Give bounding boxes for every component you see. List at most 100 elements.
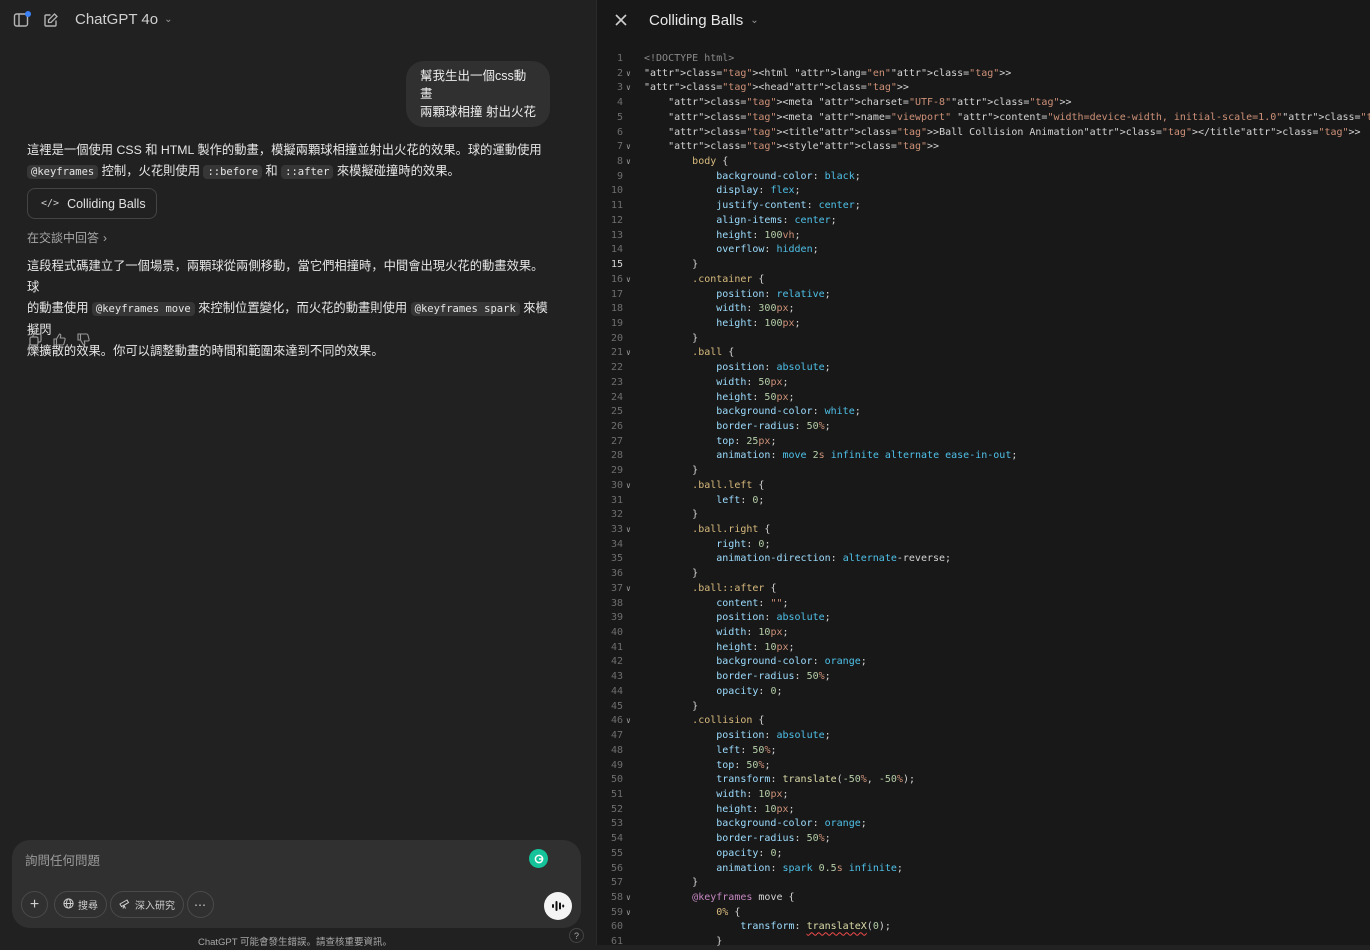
line-number: 36 (610, 568, 623, 580)
code-line: 13 height: 100vh; (597, 229, 1370, 244)
code-text: .container { (692, 273, 765, 285)
line-number: 27 (610, 435, 623, 447)
line-number: 42 (610, 656, 623, 668)
code-text: "attr">class="tag"><style"attr">class="t… (668, 141, 940, 153)
line-number: 32 (610, 509, 623, 521)
close-icon[interactable] (613, 12, 629, 28)
fold-chevron-icon[interactable]: ∨ (626, 155, 631, 170)
sidebar-toggle-icon[interactable] (12, 11, 31, 29)
line-number: 23 (610, 376, 623, 388)
grammarly-icon[interactable] (529, 849, 548, 868)
voice-waveform-icon (552, 901, 565, 911)
chevron-down-icon: ⌄ (164, 14, 173, 25)
code-line: 12 align-items: center; (597, 214, 1370, 229)
globe-icon (63, 897, 74, 912)
message-composer: 詢問任何問題 + 搜尋 深入研究 ⋯ (12, 840, 581, 928)
voice-mode-button[interactable] (544, 892, 572, 920)
inline-code: ::before (203, 165, 263, 179)
code-text: animation-direction: alternate-reverse; (716, 553, 952, 565)
assistant-outro-text: 這段程式碼建立了一個場景，兩顆球從兩側移動，當它們相撞時，中間會出現火花的動畫效… (27, 256, 552, 362)
fold-chevron-icon[interactable]: ∨ (626, 67, 631, 82)
deep-research-button[interactable]: 深入研究 (110, 891, 184, 918)
code-text: } (644, 877, 699, 889)
code-text: position: absolute; (716, 730, 831, 742)
code-line: 29 } (597, 464, 1370, 479)
code-line: 7 ∨ "attr">class="tag"><style"attr">class… (597, 140, 1370, 155)
code-line: 20 } (597, 332, 1370, 347)
line-number: 55 (610, 847, 623, 859)
line-number: 29 (610, 465, 623, 477)
line-number: 4 (616, 97, 623, 109)
thumbs-down-icon[interactable] (77, 333, 90, 351)
canvas-title-selector[interactable]: Colliding Balls ⌄ (649, 12, 759, 29)
fold-chevron-icon[interactable]: ∨ (626, 714, 631, 729)
code-text: height: 50px; (716, 391, 795, 403)
line-number: 50 (610, 774, 623, 786)
message-actions (29, 333, 90, 351)
line-number: 39 (610, 612, 623, 624)
code-line: 27 top: 25px; (597, 435, 1370, 450)
code-line: 30 ∨ .ball.left { (597, 479, 1370, 494)
code-text: width: 50px; (716, 376, 789, 388)
message-input[interactable]: 詢問任何問題 (25, 850, 100, 869)
fold-chevron-icon[interactable]: ∨ (626, 523, 631, 538)
code-text: .ball.right { (692, 524, 771, 535)
code-text: .ball.left { (692, 479, 765, 491)
line-number: 8 (616, 156, 623, 168)
line-number: 59 (610, 906, 623, 918)
line-number: 52 (610, 803, 623, 815)
code-text: top: 50%; (716, 759, 771, 771)
fold-chevron-icon[interactable]: ∨ (626, 346, 631, 361)
line-number: 56 (610, 862, 623, 874)
search-button[interactable]: 搜尋 (54, 891, 107, 918)
line-number: 16 (610, 273, 623, 285)
code-text: @keyframes move { (692, 891, 795, 903)
code-text: left: 0; (716, 494, 765, 506)
code-text: "attr">class="tag"><meta "attr">charset=… (668, 97, 1072, 109)
line-number: 6 (616, 126, 623, 138)
line-number: 38 (610, 597, 623, 609)
code-line: 24 height: 50px; (597, 391, 1370, 406)
thumbs-up-icon[interactable] (53, 333, 66, 351)
canvas-panel: Colliding Balls ⌄ 1 <!DOCTYPE html> 2 ∨ "att… (596, 0, 1370, 947)
more-options-button[interactable]: ⋯ (187, 891, 214, 918)
line-number: 15 (610, 259, 623, 271)
line-number: 19 (610, 317, 623, 329)
intro-text: 和 (262, 164, 282, 178)
line-number: 49 (610, 759, 623, 771)
code-text: transform: translate(-50%, -50%); (716, 774, 915, 786)
code-line: 9 background-color: black; (597, 170, 1370, 185)
line-number: 33 (610, 524, 623, 535)
code-line: 33 ∨ .ball.right { (597, 523, 1370, 538)
fold-chevron-icon[interactable]: ∨ (626, 906, 631, 921)
canvas-button-label: Colliding Balls (67, 196, 146, 211)
line-number: 28 (610, 450, 623, 462)
new-chat-icon[interactable] (42, 11, 60, 29)
code-line: 10 display: flex; (597, 184, 1370, 199)
model-selector[interactable]: ChatGPT 4o ⌄ (75, 11, 173, 28)
code-text: overflow: hidden; (716, 244, 819, 256)
fold-chevron-icon[interactable]: ∨ (626, 273, 631, 288)
fold-chevron-icon[interactable]: ∨ (626, 582, 631, 597)
line-number: 25 (610, 406, 623, 418)
fold-chevron-icon[interactable]: ∨ (626, 891, 631, 906)
code-text: height: 10px; (716, 641, 795, 653)
fold-chevron-icon[interactable]: ∨ (626, 479, 631, 494)
code-line: 36 } (597, 567, 1370, 582)
code-text: body { (692, 156, 729, 168)
code-text: justify-content: center; (716, 200, 861, 212)
code-editor[interactable]: 1 <!DOCTYPE html> 2 ∨ "attr">class="tag"><ht… (597, 52, 1370, 950)
add-attachment-button[interactable]: + (21, 891, 48, 918)
code-text: width: 10px; (716, 788, 789, 800)
code-text: background-color: orange; (716, 818, 867, 830)
fold-chevron-icon[interactable]: ∨ (626, 140, 631, 155)
outro-text: 的動畫使用 (27, 301, 92, 315)
outro-text: 這段程式碼建立了一個場景，兩顆球從兩側移動，當它們相撞時，中間會出現火花的動畫效… (27, 259, 544, 294)
fold-chevron-icon[interactable]: ∨ (626, 81, 631, 96)
copy-icon[interactable] (29, 333, 42, 351)
open-canvas-button[interactable]: </> Colliding Balls (27, 188, 157, 219)
code-text: top: 25px; (716, 435, 777, 447)
help-button[interactable]: ? (569, 928, 584, 943)
chevron-right-icon: › (103, 230, 108, 245)
answer-in-chat-link[interactable]: 在交談中回答 › (27, 229, 107, 246)
